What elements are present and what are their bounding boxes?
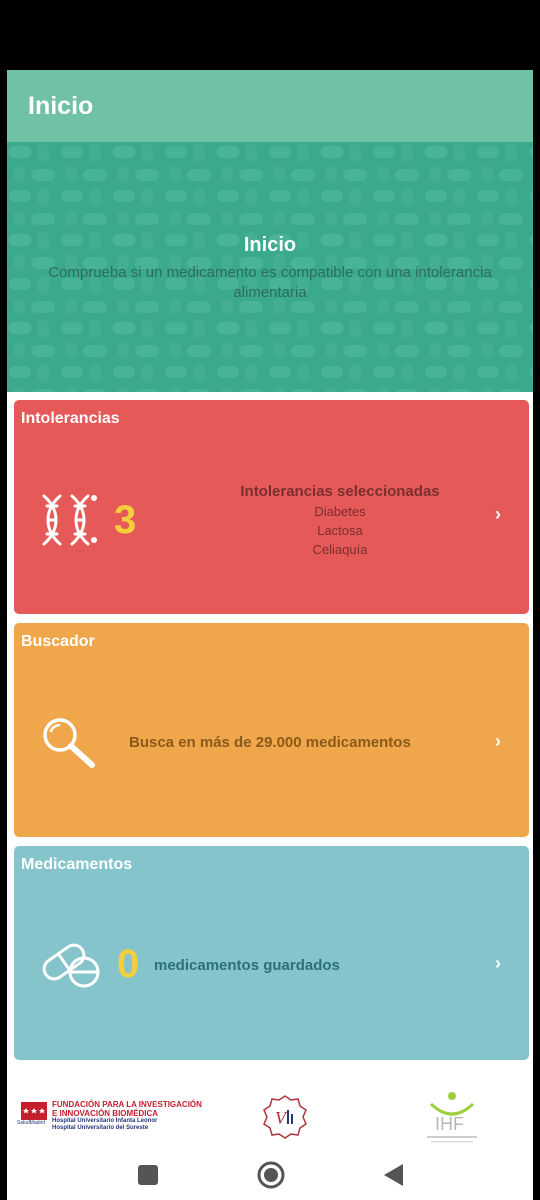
medicamentos-text: medicamentos guardados [154, 957, 340, 974]
svg-text:V: V [275, 1108, 288, 1128]
chevron-right-icon[interactable]: › [495, 731, 501, 752]
chevron-right-icon[interactable]: › [495, 504, 501, 525]
fundacion-line3: Hospital Universitario Infanta Leonor [52, 1118, 158, 1124]
medicamentos-count: 0 [117, 942, 140, 986]
fundacion-logo: SaludMadrid FUNDACIÓN PARA LA INVESTIGAC… [17, 1100, 227, 1140]
intolerancia-item: Lactosa [317, 523, 363, 538]
dna-icon [42, 494, 97, 546]
buscador-card[interactable]: Buscador Busca en más de 29.000 medicame… [14, 623, 529, 837]
pills-icon [42, 943, 100, 988]
intolerancia-item: Celiaquía [312, 542, 368, 557]
circle-icon [257, 1161, 285, 1189]
vf-seal-logo: V [263, 1095, 307, 1139]
fundacion-line4: Hospital Universitario del Sureste [52, 1125, 149, 1131]
square-icon [138, 1165, 158, 1185]
buscador-text: Busca en más de 29.000 medicamentos [129, 734, 411, 751]
footer-logos: SaludMadrid FUNDACIÓN PARA LA INVESTIGAC… [7, 1070, 533, 1150]
hero-title: Inicio [243, 234, 297, 256]
medicamentos-card[interactable]: Medicamentos 0 medicamentos guardados › [14, 846, 529, 1060]
back-button[interactable] [379, 1160, 409, 1190]
intolerancia-item: Diabetes [314, 504, 366, 519]
system-nav-bar [7, 1150, 533, 1200]
buscador-card-title: Buscador [21, 633, 95, 650]
madrid-flag-icon [21, 1102, 47, 1120]
app-bar: Inicio [7, 70, 533, 142]
intolerancias-count: 3 [114, 498, 137, 542]
app-screen: Inicio Inicio Comprueba si un medicament… [7, 70, 533, 1200]
intolerancias-card-title: Intolerancias [21, 410, 120, 427]
salud-madrid-label: SaludMadrid [17, 1120, 46, 1126]
medicamentos-card-title: Medicamentos [21, 856, 133, 873]
app-bar-title: Inicio [28, 92, 94, 120]
status-bar [0, 0, 540, 70]
intolerancias-heading: Intolerancias seleccionadas [240, 483, 440, 500]
magnifier-icon [43, 718, 95, 768]
ihf-logo: IHF [427, 1092, 477, 1143]
chevron-right-icon[interactable]: › [495, 953, 501, 974]
hero-banner: Inicio Comprueba si un medicamento es co… [7, 142, 533, 392]
fundacion-line2: E INNOVACIÓN BIOMÉDICA [52, 1109, 159, 1118]
intolerancias-card[interactable]: Intolerancias 3 Intolerancias selecciona… [14, 400, 529, 614]
fundacion-line1: FUNDACIÓN PARA LA INVESTIGACIÓN [52, 1100, 202, 1109]
hero-subtitle: Comprueba si un medicamento es compatibl… [48, 264, 492, 301]
recents-button[interactable] [133, 1160, 163, 1190]
ihf-logo-text: IHF [435, 1114, 464, 1134]
back-triangle-icon [384, 1164, 403, 1186]
home-button[interactable] [256, 1160, 286, 1190]
